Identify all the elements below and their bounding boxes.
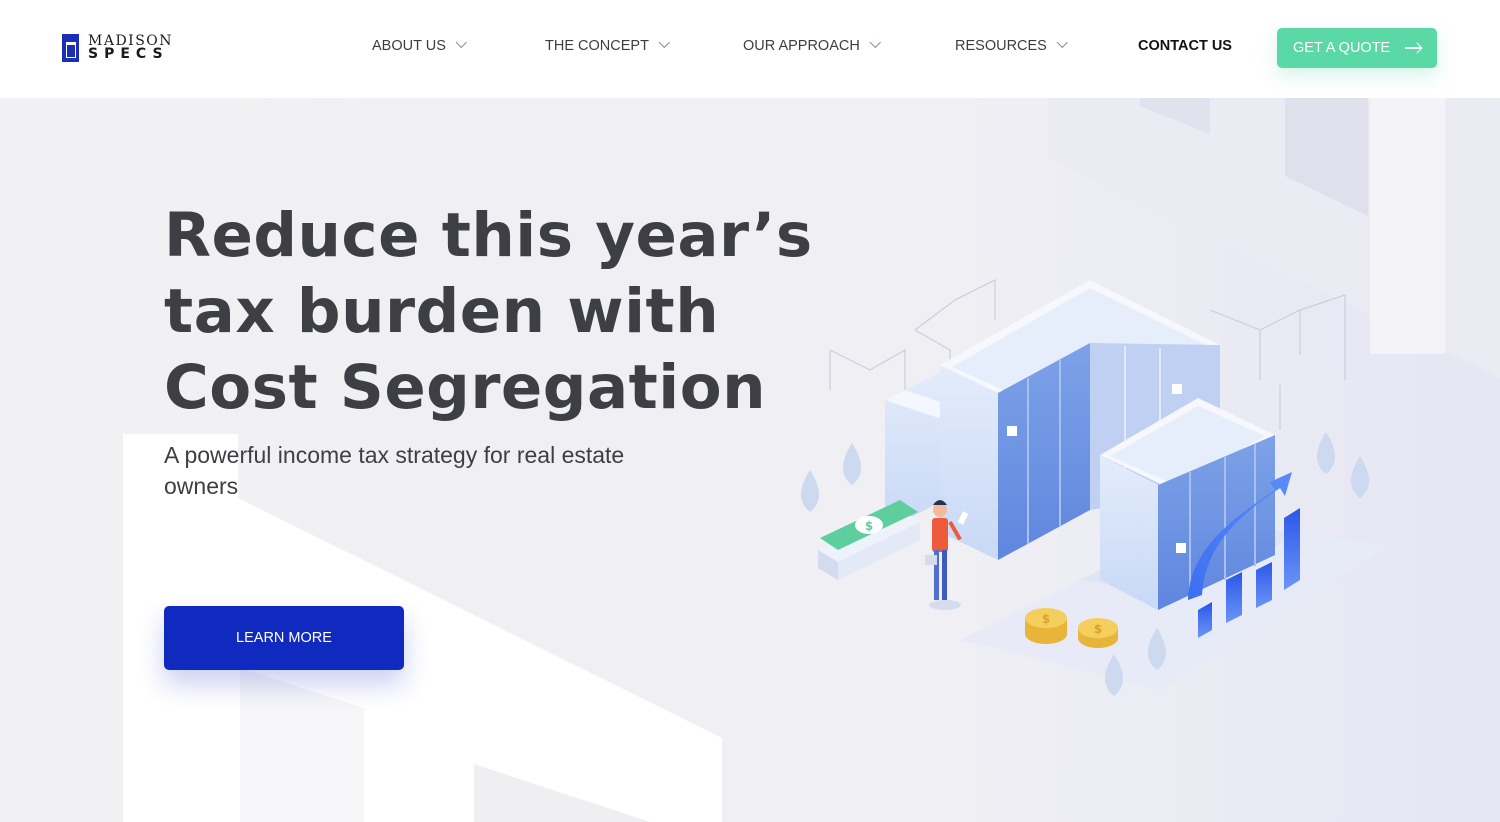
nav-item-about-us[interactable]: ABOUT US <box>372 36 467 54</box>
hero-subtitle: A powerful income tax strategy for real … <box>164 442 625 499</box>
coin-symbol-2: $ <box>1094 622 1102 636</box>
learn-more-button[interactable]: LEARN MORE <box>164 606 404 670</box>
hero-title-line-1: Reduce this year’s <box>164 200 813 271</box>
nav-item-label: RESOURCES <box>955 38 1047 54</box>
nav-item-label: OUR APPROACH <box>743 38 860 54</box>
learn-more-label: LEARN MORE <box>236 630 332 646</box>
nav-item-label: CONTACT US <box>1138 38 1232 54</box>
hero-title: Reduce this year’s tax burden with Cost … <box>164 198 864 426</box>
nav-item-resources[interactable]: RESOURCES <box>955 36 1068 54</box>
nav-item-label: ABOUT US <box>372 38 446 54</box>
chevron-down-icon <box>869 36 881 49</box>
chevron-down-icon <box>455 36 467 49</box>
isometric-buildings-illustration: $ $ $ <box>801 279 1392 696</box>
get-a-quote-button[interactable]: GET A QUOTE <box>1277 28 1437 68</box>
nav-item-contact-us[interactable]: CONTACT US <box>1138 38 1232 54</box>
arrow-right-icon <box>1405 47 1421 49</box>
main-nav: ABOUT US THE CONCEPT OUR APPROACH RESOUR… <box>0 36 1500 60</box>
get-a-quote-label: GET A QUOTE <box>1293 40 1391 56</box>
chevron-down-icon <box>1056 36 1068 49</box>
nav-item-the-concept[interactable]: THE CONCEPT <box>545 36 670 54</box>
money-stack-icon: $ <box>818 500 920 580</box>
hero-title-line-2: tax burden with <box>164 276 720 347</box>
hero-title-line-3: Cost Segregation <box>164 352 767 423</box>
site-header: MADISON SPECS ABOUT US THE CONCEPT OUR A… <box>0 0 1500 98</box>
nav-item-label: THE CONCEPT <box>545 38 649 54</box>
coin-symbol-1: $ <box>1042 612 1050 626</box>
chevron-down-icon <box>658 36 670 49</box>
nav-item-our-approach[interactable]: OUR APPROACH <box>743 36 881 54</box>
bill-symbol: $ <box>865 519 873 533</box>
